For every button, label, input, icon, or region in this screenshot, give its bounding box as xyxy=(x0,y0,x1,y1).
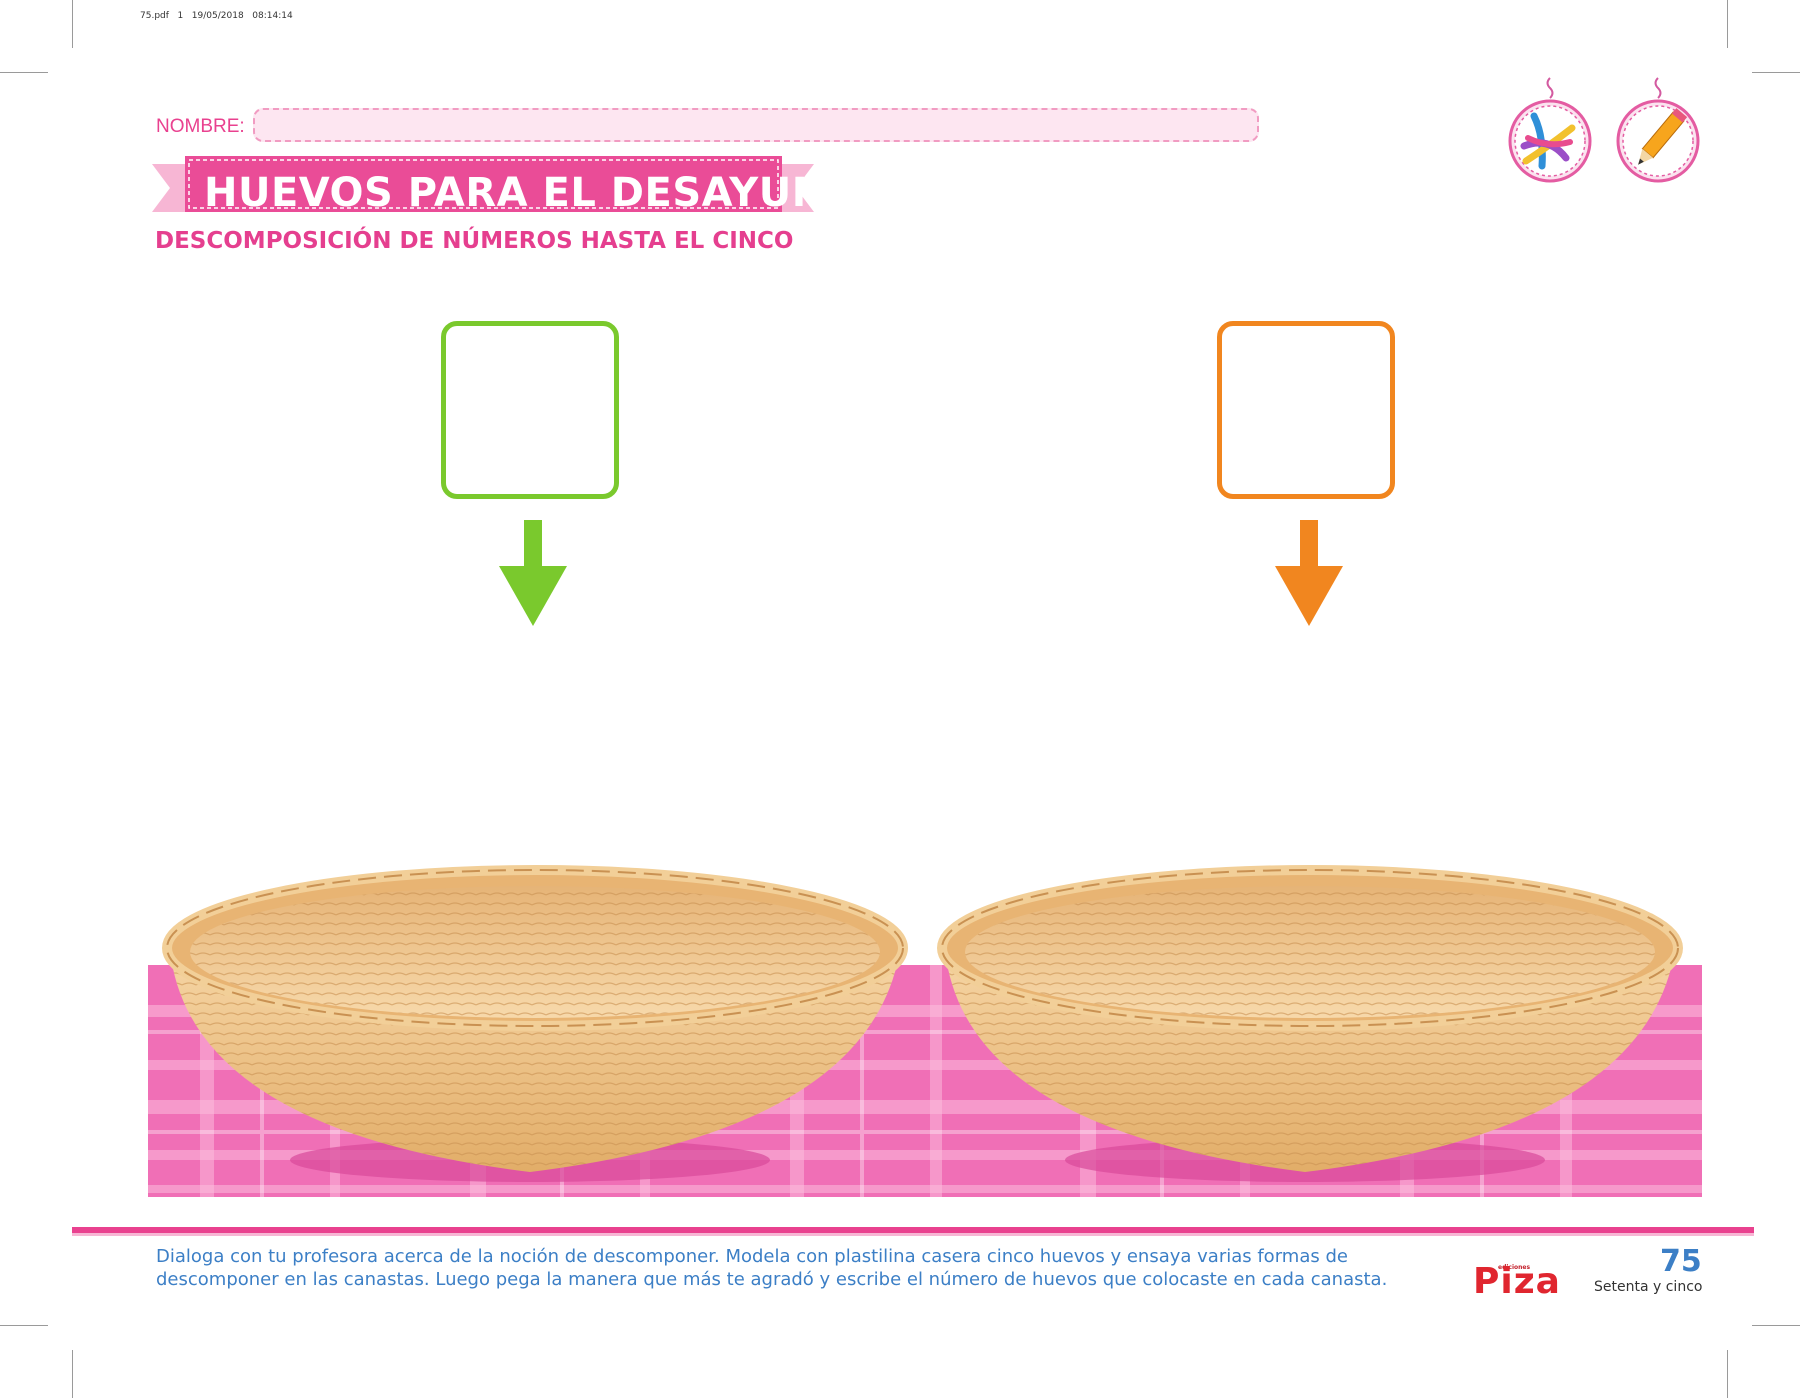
page-title: HUEVOS PARA EL DESAYUNO xyxy=(204,170,861,216)
crop-mark xyxy=(0,1325,48,1326)
crop-mark xyxy=(1727,1350,1728,1398)
crop-mark xyxy=(72,0,73,48)
crop-mark xyxy=(1727,0,1728,48)
crop-mark xyxy=(0,72,48,73)
basket-scene xyxy=(148,865,1702,1197)
name-label: NOMBRE: xyxy=(156,116,245,137)
plasticine-icon xyxy=(1508,77,1592,183)
print-stamp: 75.pdf 1 19/05/2018 08:14:14 xyxy=(140,11,293,21)
pencil-icon xyxy=(1616,77,1700,183)
instructions-text: Dialoga con tu profesora acerca de la no… xyxy=(156,1246,1388,1290)
arrow-down-icon xyxy=(499,520,567,626)
crop-mark xyxy=(72,1350,73,1398)
answer-box-left[interactable] xyxy=(441,321,619,499)
crop-mark xyxy=(1752,1325,1800,1326)
footer-divider-shadow xyxy=(72,1233,1754,1236)
page-subtitle: DESCOMPOSICIÓN DE NÚMEROS HASTA EL CINCO xyxy=(155,228,794,254)
crop-mark xyxy=(1752,72,1800,73)
page-number-words: Setenta y cinco xyxy=(1594,1279,1703,1295)
arrow-down-icon xyxy=(1275,520,1343,626)
name-field[interactable] xyxy=(253,108,1259,142)
answer-box-right[interactable] xyxy=(1217,321,1395,499)
page-number: 75 xyxy=(1660,1244,1702,1279)
publisher-logo: Piza xyxy=(1473,1261,1561,1302)
